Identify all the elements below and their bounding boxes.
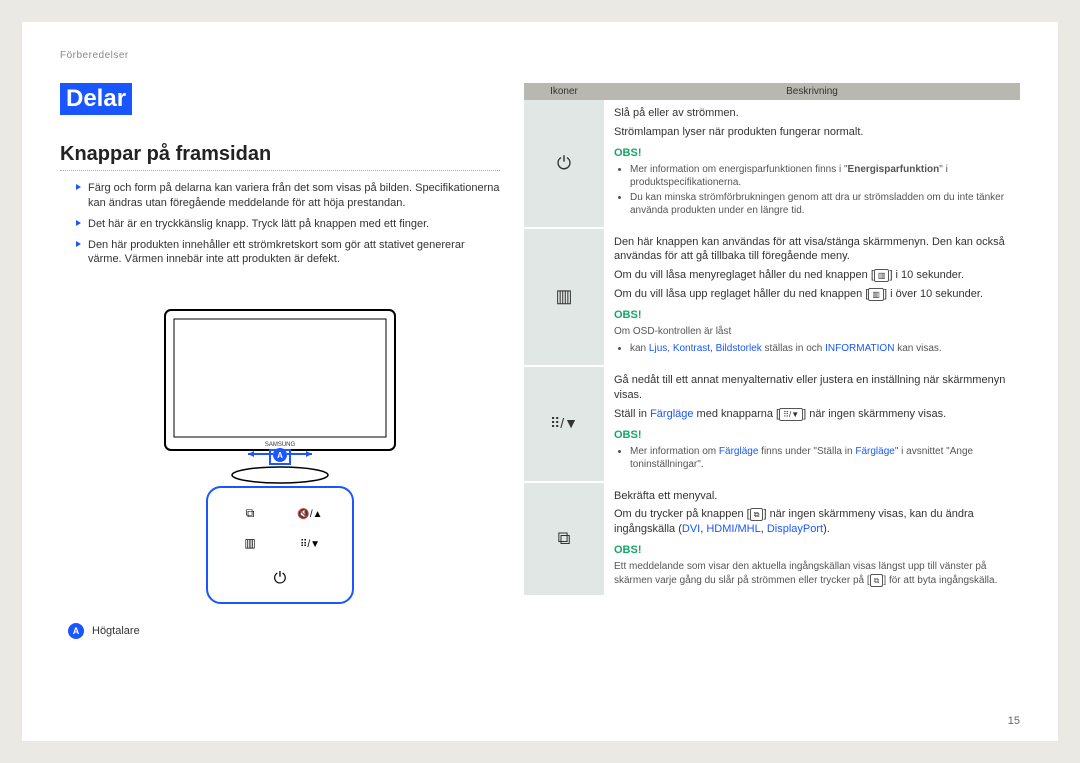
chapter-tag: Delar [60,83,132,115]
list-item: Den här produkten innehåller ett strömkr… [76,238,500,268]
list-item: Mer information om Färgläge finns under … [630,445,1010,471]
text: Om du trycker på knappen [⧉] när ingen s… [614,507,1010,537]
nav-icon: ⠿/▼ [524,366,604,481]
text: Strömlampan lyser när produkten fungerar… [614,125,1010,140]
text: Om OSD-kontrollen är låst [614,325,1010,339]
right-column: Ikoner Beskrivning ⏻ Slå på eller av str… [524,83,1020,639]
note-label: OBS! [614,308,1010,323]
menu-btn-icon: ▥ [874,269,890,282]
note-text: Ett meddelande som visar den aktuella in… [614,560,1010,587]
text: Om du vill låsa upp reglaget håller du n… [614,287,1010,302]
table-row-nav: ⠿/▼ Gå nedåt till ett annat menyalternat… [524,366,1020,481]
list-item: Färg och form på delarna kan variera frå… [76,181,500,211]
divider [60,170,500,171]
intro-bullet-list: Färg och form på delarna kan variera frå… [60,181,500,267]
document-page: Förberedelser Delar Knappar på framsidan… [22,22,1058,741]
col-header-icons: Ikoner [524,83,604,100]
power-icon: ⏻ [524,100,604,228]
table-row-power: ⏻ Slå på eller av strömmen. Strömlampan … [524,100,1020,228]
svg-text:▥: ▥ [244,536,255,550]
text: Den här knappen kan användas för att vis… [614,235,1010,265]
list-item: Mer information om energisparfunktionen … [630,163,1010,189]
menu-icon: ▥ [524,228,604,367]
svg-text:⏻: ⏻ [274,570,287,587]
description-table: Ikoner Beskrivning ⏻ Slå på eller av str… [524,83,1020,597]
legend-marker: A [68,623,84,639]
table-row-menu: ▥ Den här knappen kan användas för att v… [524,228,1020,367]
text: Slå på eller av strömmen. [614,106,1010,121]
source-icon: ⧉ [524,482,604,597]
button-panel-diagram: ⧉ 🔇/▲ ▥ ⠿/▼ ⏻ [205,485,355,605]
list-item: kan Ljus, Kontrast, Bildstorlek ställas … [630,342,1010,355]
product-illustration: SAMSUNG A [60,287,500,639]
note-label: OBS! [614,543,1010,558]
list-item: Du kan minska strömförbrukningen genom a… [630,191,1010,217]
menu-btn-icon: ▥ [868,288,884,301]
legend-label: Högtalare [92,625,140,637]
table-row-source: ⧉ Bekräfta ett menyval. Om du trycker på… [524,482,1020,597]
text: Ställ in Färgläge med knapparna [⠿/▼] nä… [614,407,1010,422]
svg-text:⧉: ⧉ [246,506,255,520]
text: Gå nedåt till ett annat menyalternativ e… [614,373,1010,403]
legend: A Högtalare [68,623,140,639]
section-title: Knappar på framsidan [60,143,500,166]
breadcrumb: Förberedelser [60,50,1020,61]
list-item: Det här är en tryckkänslig knapp. Tryck … [76,217,500,232]
nav-btn-icon: ⠿/▼ [779,408,803,421]
col-header-desc: Beskrivning [604,83,1020,100]
svg-text:SAMSUNG: SAMSUNG [265,442,296,448]
note-list: Mer information om Färgläge finns under … [614,445,1010,471]
left-column: Delar Knappar på framsidan Färg och form… [60,83,500,639]
svg-text:⠿/▼: ⠿/▼ [300,539,320,550]
source-btn-icon: ⧉ [870,574,884,587]
text: Bekräfta ett menyval. [614,489,1010,504]
text: Om du vill låsa menyreglaget håller du n… [614,268,1010,283]
page-number: 15 [1008,715,1020,727]
note-list: kan Ljus, Kontrast, Bildstorlek ställas … [614,342,1010,355]
note-label: OBS! [614,428,1010,443]
monitor-diagram: SAMSUNG A [160,305,400,485]
two-column-layout: Delar Knappar på framsidan Färg och form… [60,83,1020,639]
note-label: OBS! [614,146,1010,161]
svg-text:🔇/▲: 🔇/▲ [297,507,322,520]
source-btn-icon: ⧉ [750,508,764,521]
note-list: Mer information om energisparfunktionen … [614,163,1010,217]
svg-text:A: A [277,451,283,460]
